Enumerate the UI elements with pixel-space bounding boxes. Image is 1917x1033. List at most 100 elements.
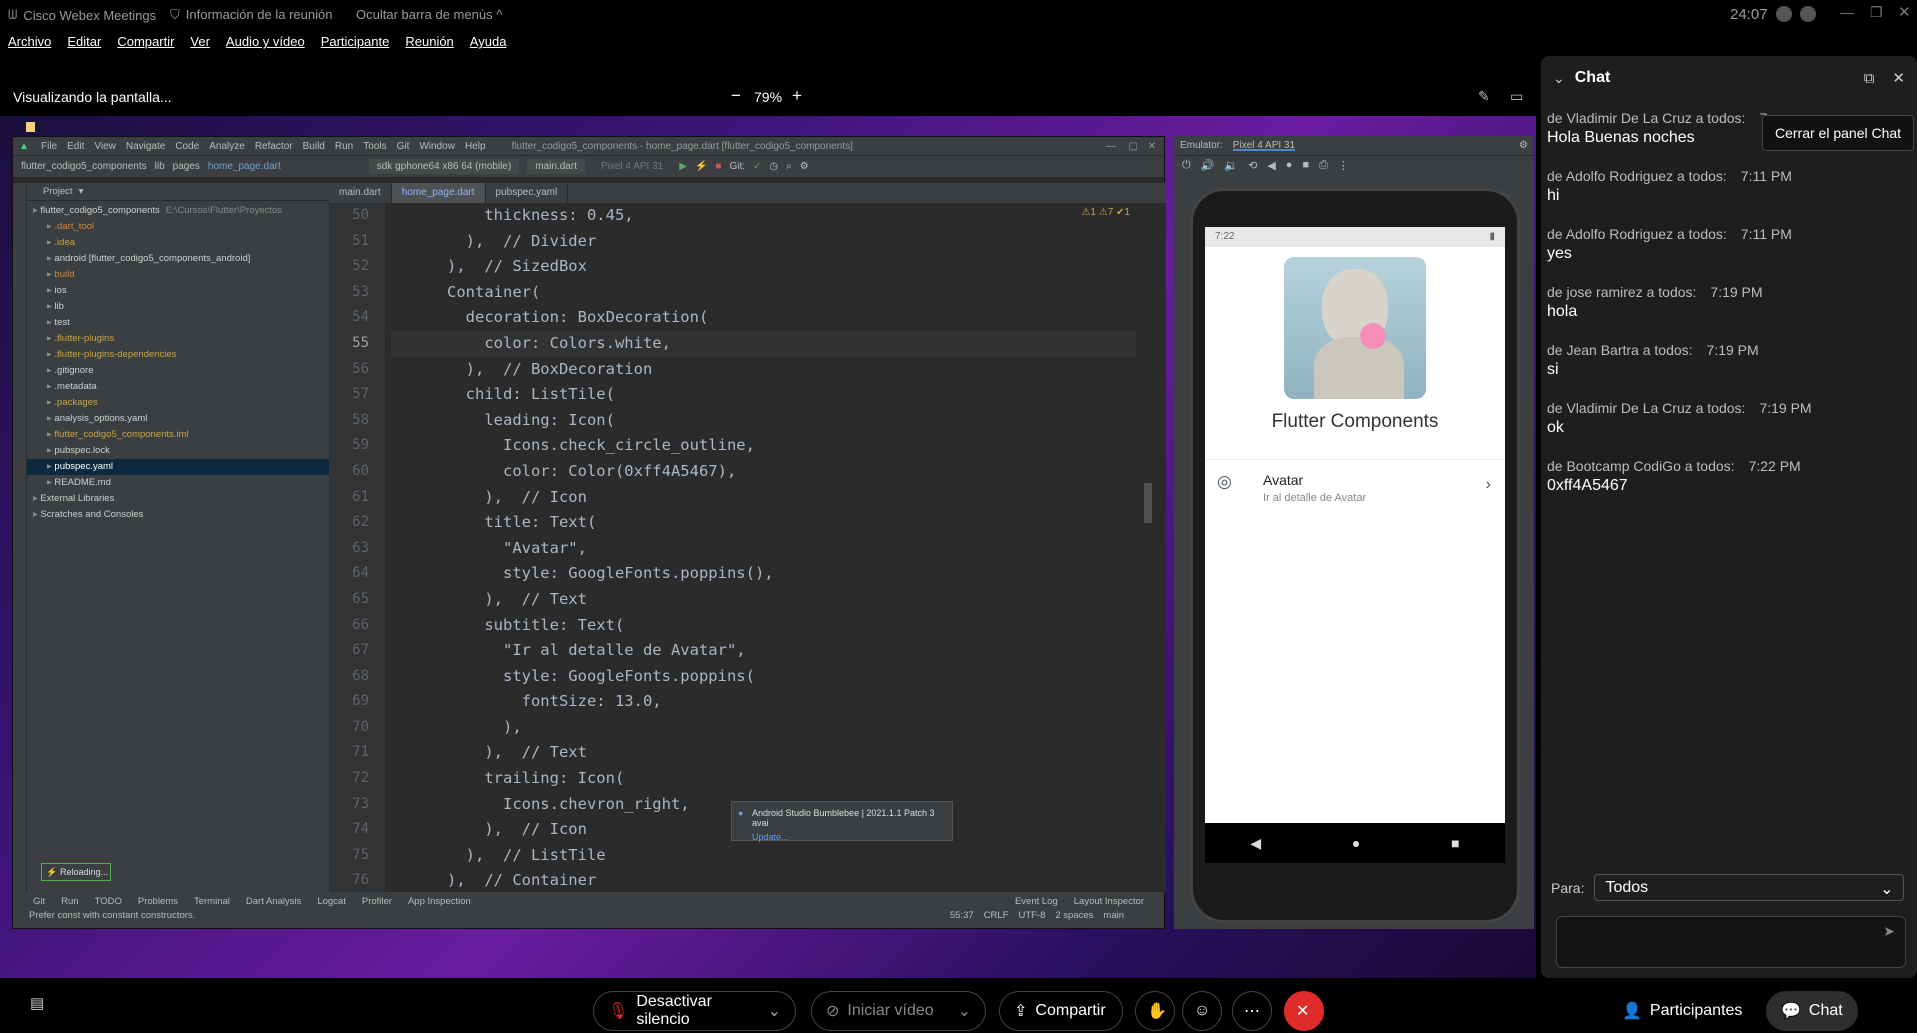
tool-app-inspection[interactable]: App Inspection bbox=[408, 896, 471, 907]
tool-git[interactable]: Git bbox=[33, 896, 45, 907]
project-tree-item[interactable]: ▸ build bbox=[27, 267, 329, 283]
screenshot-icon[interactable]: ⎙ bbox=[1319, 159, 1328, 173]
captions-icon[interactable]: ▤ bbox=[30, 994, 44, 1012]
volume-up-icon[interactable]: 🔊 bbox=[1201, 159, 1215, 173]
git-branch[interactable]: main bbox=[1103, 910, 1124, 921]
breadcrumb-file[interactable]: home_page.dart bbox=[208, 161, 281, 172]
project-tree-item[interactable]: ▸ flutter_codigo5_components E:\Cursos\Fl… bbox=[27, 203, 329, 219]
close-chat-icon[interactable]: ✕ bbox=[1892, 69, 1905, 87]
leave-meeting-button[interactable]: ✕ bbox=[1284, 991, 1324, 1031]
reactions-button[interactable]: ☺ bbox=[1182, 991, 1222, 1031]
tool-run[interactable]: Run bbox=[61, 896, 78, 907]
chevron-down-icon[interactable]: ⌄ bbox=[768, 1001, 781, 1021]
screen-options-icon[interactable]: ▭ bbox=[1510, 88, 1523, 105]
tool-terminal[interactable]: Terminal bbox=[194, 896, 230, 907]
chevron-down-icon[interactable]: ⌄ bbox=[958, 1001, 971, 1021]
unmute-button[interactable]: 🎙 Desactivar silencio ⌄ bbox=[593, 991, 796, 1031]
phone-screen[interactable]: 7:22 ▮ Flutter Components ◎ Avatar Ir al… bbox=[1205, 227, 1505, 863]
ide-close-icon[interactable]: ✕ bbox=[1148, 141, 1156, 152]
ide-menu-build[interactable]: Build bbox=[303, 141, 325, 152]
participants-button[interactable]: 👤 Participantes bbox=[1608, 991, 1756, 1031]
back-icon[interactable]: ◀ bbox=[1267, 159, 1275, 173]
meeting-info-button[interactable]: ⛉ Información de la reunión bbox=[170, 7, 332, 23]
ide-menu-git[interactable]: Git bbox=[397, 141, 410, 152]
breadcrumb-lib[interactable]: lib bbox=[155, 161, 165, 172]
history-icon[interactable]: ◷ bbox=[769, 161, 778, 172]
tool-profiler[interactable]: Profiler bbox=[362, 896, 392, 907]
project-view-selector[interactable]: Project bbox=[43, 183, 73, 200]
project-tree-item[interactable]: ▸ pubspec.lock bbox=[27, 443, 329, 459]
menu-compartir[interactable]: Compartir bbox=[117, 34, 174, 54]
line-separator[interactable]: CRLF bbox=[984, 910, 1009, 921]
project-tree-item[interactable]: ▸ pubspec.yaml bbox=[27, 459, 329, 475]
nav-back-icon[interactable]: ◀ bbox=[1250, 835, 1261, 852]
menu-reunion[interactable]: Reunión bbox=[405, 34, 453, 54]
device-selector[interactable]: sdk gphone64 x86 64 (mobile) bbox=[368, 159, 520, 174]
menu-archivo[interactable]: Archivo bbox=[8, 34, 51, 54]
stop-icon[interactable]: ■ bbox=[715, 161, 721, 172]
tab-pubspec-yaml[interactable]: pubspec.yaml bbox=[486, 183, 569, 203]
network-icon[interactable] bbox=[1800, 6, 1816, 22]
run-icon[interactable]: ▶ bbox=[679, 161, 687, 172]
run-config-selector[interactable]: main.dart bbox=[527, 159, 585, 174]
ide-menu-edit[interactable]: Edit bbox=[67, 141, 84, 152]
chat-message-input[interactable]: ➤ bbox=[1556, 916, 1906, 968]
start-video-button[interactable]: ⊘ Iniciar vídeo ⌄ bbox=[811, 991, 986, 1031]
settings-icon[interactable]: ⚙ bbox=[800, 161, 809, 172]
close-window-icon[interactable]: ✕ bbox=[1898, 3, 1911, 21]
ide-menu-code[interactable]: Code bbox=[175, 141, 199, 152]
project-tree-item[interactable]: ▸ .flutter-plugins-dependencies bbox=[27, 347, 329, 363]
avatar-list-tile[interactable]: ◎ Avatar Ir al detalle de Avatar › bbox=[1205, 459, 1505, 514]
cursor-position[interactable]: 55:37 bbox=[950, 910, 974, 921]
recipient-select[interactable]: Todos ⌄ bbox=[1594, 874, 1905, 901]
project-tree-item[interactable]: ▸ android [flutter_codigo5_components_an… bbox=[27, 251, 329, 267]
tool-todo[interactable]: TODO bbox=[95, 896, 122, 907]
collapse-chevron-icon[interactable]: ⌄ bbox=[1553, 70, 1565, 87]
commit-icon[interactable]: ✓ bbox=[753, 161, 761, 172]
annotate-icon[interactable]: ✎ bbox=[1478, 88, 1490, 105]
git-label[interactable]: Git: bbox=[729, 161, 745, 172]
tool-logcat[interactable]: Logcat bbox=[317, 896, 346, 907]
encoding[interactable]: UTF-8 bbox=[1018, 910, 1045, 921]
inspection-widget[interactable]: ⚠1 ⚠7 ✔1 bbox=[1081, 207, 1130, 218]
ide-maximize-icon[interactable]: ▢ bbox=[1129, 141, 1138, 152]
tool-event-log[interactable]: Event Log bbox=[1015, 896, 1058, 907]
restore-icon[interactable]: ❐ bbox=[1870, 4, 1883, 21]
more-icon[interactable]: ⋮ bbox=[1338, 159, 1349, 173]
raise-hand-button[interactable]: ✋ bbox=[1135, 991, 1175, 1031]
hide-menu-bar-button[interactable]: Ocultar barra de menús ^ bbox=[356, 7, 502, 22]
power-icon[interactable]: ⏻ bbox=[1182, 159, 1191, 173]
ide-menu-help[interactable]: Help bbox=[465, 141, 486, 152]
tool-layout-inspector[interactable]: Layout Inspector bbox=[1074, 896, 1144, 907]
breadcrumb-project[interactable]: flutter_codigo5_components bbox=[21, 161, 147, 172]
nav-home-icon[interactable]: ● bbox=[1352, 835, 1360, 851]
ide-menu-analyze[interactable]: Analyze bbox=[209, 141, 245, 152]
editor-scrollbar[interactable] bbox=[1144, 483, 1152, 523]
project-tree-item[interactable]: ▸ External Libraries bbox=[27, 491, 329, 507]
ide-menu-window[interactable]: Window bbox=[419, 141, 455, 152]
share-button[interactable]: ⇪ Compartir bbox=[999, 991, 1123, 1031]
record-icon[interactable] bbox=[1776, 6, 1792, 22]
menu-participante[interactable]: Participante bbox=[321, 34, 390, 54]
ide-menu-view[interactable]: View bbox=[94, 141, 116, 152]
more-options-button[interactable]: ⋯ bbox=[1232, 991, 1272, 1031]
code-area[interactable]: thickness: 0.45, ), // Divider ), // Siz… bbox=[391, 203, 1136, 893]
hot-reload-icon[interactable]: ⚡ bbox=[695, 161, 707, 172]
menu-ayuda[interactable]: Ayuda bbox=[470, 34, 507, 54]
project-tree-item[interactable]: ▸ .gitignore bbox=[27, 363, 329, 379]
project-tree-item[interactable]: ▸ Scratches and Consoles bbox=[27, 507, 329, 523]
minimize-icon[interactable]: — bbox=[1840, 4, 1854, 20]
ide-menu-navigate[interactable]: Navigate bbox=[126, 141, 165, 152]
project-tree-item[interactable]: ▸ ios bbox=[27, 283, 329, 299]
breadcrumb-pages[interactable]: pages bbox=[173, 161, 200, 172]
project-tree-item[interactable]: ▸ README.md bbox=[27, 475, 329, 491]
menu-ver[interactable]: Ver bbox=[190, 34, 210, 54]
update-link[interactable]: Update... bbox=[752, 832, 946, 842]
menu-editar[interactable]: Editar bbox=[67, 34, 101, 54]
project-tree-item[interactable]: ▸ .metadata bbox=[27, 379, 329, 395]
search-icon[interactable]: ⌕ bbox=[786, 161, 792, 172]
indent[interactable]: 2 spaces bbox=[1055, 910, 1093, 921]
project-tree-item[interactable]: ▸ .packages bbox=[27, 395, 329, 411]
chat-button[interactable]: 💬 Chat bbox=[1766, 991, 1858, 1031]
nav-recents-icon[interactable]: ■ bbox=[1451, 835, 1459, 851]
